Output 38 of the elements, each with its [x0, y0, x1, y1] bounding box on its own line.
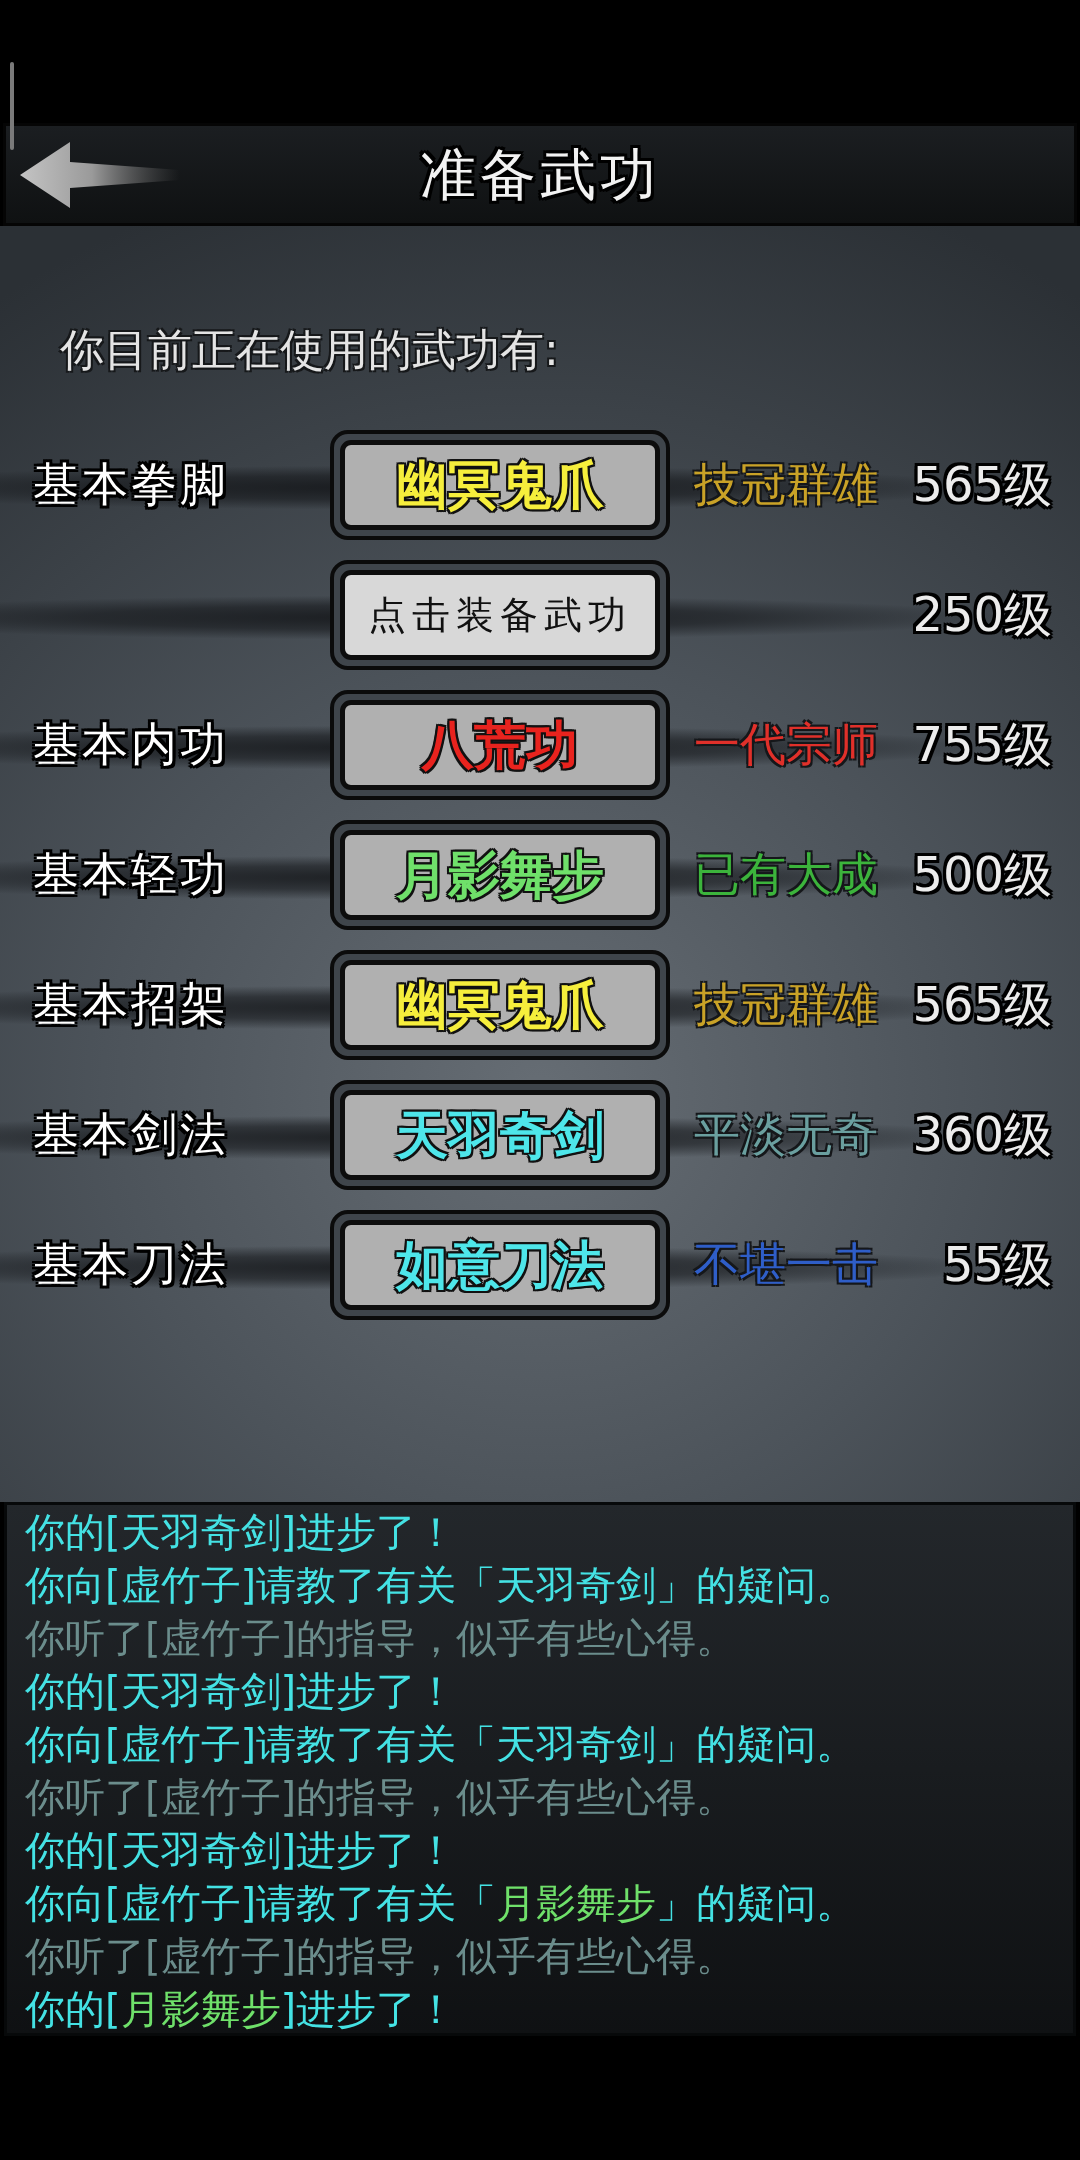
log-message: 你的[天羽奇剑]进步了！ — [25, 1826, 457, 1875]
equip-skill-button[interactable]: 点击装备武功 — [340, 570, 660, 660]
log-message: 你的[天羽奇剑]进步了！ — [25, 1508, 457, 1557]
skill-button[interactable]: 八荒功 — [340, 700, 660, 790]
skill-level: 755级 — [912, 716, 1052, 774]
skill-rank: 技冠群雄 — [694, 457, 878, 513]
log-message: 你向[虚竹子]请教了有关「天羽奇剑」的疑问。 — [25, 1561, 857, 1610]
skill-level: 250级 — [912, 586, 1052, 644]
skill-button[interactable]: 天羽奇剑 — [340, 1090, 660, 1180]
skill-button[interactable]: 幽冥鬼爪 — [340, 440, 660, 530]
skill-rank: 不堪一击 — [694, 1237, 878, 1293]
slot-category: 基本轻功 — [33, 847, 229, 903]
log-message: 你的[月影舞步]进步了！ — [25, 1985, 457, 2034]
slot-category: 基本内功 — [33, 717, 229, 773]
screen-title: 准备武功 — [420, 141, 660, 207]
skill-rank: 一代宗师 — [694, 717, 878, 773]
slot-category: 基本刀法 — [33, 1237, 229, 1293]
skill-rank: 已有大成 — [694, 847, 878, 903]
intro-text: 你目前正在使用的武功有: — [60, 323, 559, 377]
skill-level: 55级 — [942, 1236, 1052, 1294]
log-message: 你向[虚竹子]请教了有关「天羽奇剑」的疑问。 — [25, 1720, 857, 1769]
skill-rank: 技冠群雄 — [694, 977, 878, 1033]
skill-button[interactable]: 幽冥鬼爪 — [340, 960, 660, 1050]
log-message: 你听了[虚竹子]的指导，似乎有些心得。 — [25, 1932, 737, 1981]
log-message: 你听了[虚竹子]的指导，似乎有些心得。 — [25, 1773, 737, 1822]
slot-category: 基本剑法 — [33, 1107, 229, 1163]
skill-level: 565级 — [912, 456, 1052, 514]
slot-category: 基本招架 — [33, 977, 229, 1033]
log-message: 你向[虚竹子]请教了有关「月影舞步」的疑问。 — [25, 1879, 857, 1928]
log-message: 你的[天羽奇剑]进步了！ — [25, 1667, 457, 1716]
log-message: 你听了[虚竹子]的指导，似乎有些心得。 — [25, 1614, 737, 1663]
slot-category: 基本拳脚 — [33, 457, 229, 513]
skill-level: 360级 — [912, 1106, 1052, 1164]
skill-level: 500级 — [912, 846, 1052, 904]
skill-level: 565级 — [912, 976, 1052, 1034]
skill-button[interactable]: 月影舞步 — [340, 830, 660, 920]
skill-rank: 平淡无奇 — [694, 1107, 878, 1163]
skill-button[interactable]: 如意刀法 — [340, 1220, 660, 1310]
